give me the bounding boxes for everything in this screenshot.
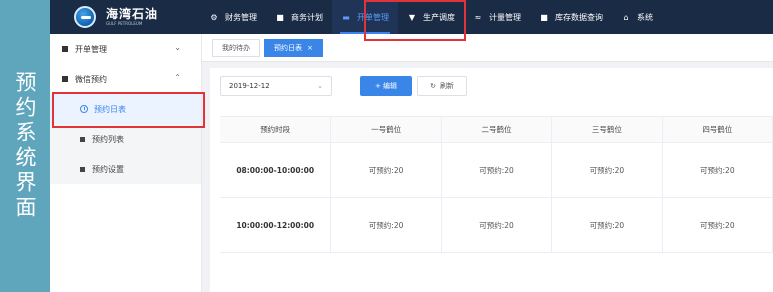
- nav-item-system[interactable]: ⌂ 系统: [612, 0, 662, 34]
- tab-todo[interactable]: 我的待办: [212, 38, 260, 57]
- screen: 预约系统界面 海湾石油 GULF PETROLEUM ⚙ 财务管理 ■ 商务计划…: [0, 0, 773, 292]
- tab-bar: 我的待办 预约日表 ×: [202, 34, 773, 62]
- tab-label: 预约日表: [274, 43, 302, 52]
- sidebar-group-wechat[interactable]: 微信预约 ⌃: [50, 64, 201, 94]
- sidebar-group-label: 开单管理: [75, 44, 107, 54]
- refresh-button[interactable]: ↻ 刷新: [417, 76, 467, 96]
- main-content: 我的待办 预约日表 × 2019-12-12 ⌄ + 编辑 ↻ 刷新 预约时段 …: [202, 34, 773, 292]
- edit-button[interactable]: + 编辑: [360, 76, 412, 96]
- toolbar: 2019-12-12 ⌄ + 编辑 ↻ 刷新: [220, 76, 467, 96]
- column-header: 四号鹤位: [663, 117, 773, 142]
- home-icon: ⌂: [623, 12, 629, 22]
- tab-daily[interactable]: 预约日表 ×: [264, 38, 323, 57]
- caption-strip: 预约系统界面: [0, 0, 50, 292]
- business-icon: ■: [276, 12, 284, 22]
- menu-icon: [80, 166, 85, 172]
- chevron-down-icon: ⌄: [317, 82, 323, 90]
- sidebar-item-label: 预约列表: [92, 134, 124, 144]
- content-panel: 2019-12-12 ⌄ + 编辑 ↻ 刷新 预约时段 一号鹤位 二号鹤位 三号…: [210, 68, 773, 292]
- sidebar-item-label: 预约设置: [92, 164, 124, 174]
- time-slot-cell: 08:00:00-10:00:00: [220, 143, 332, 197]
- availability-cell[interactable]: 可预约:20: [552, 143, 663, 197]
- tab-label: 我的待办: [222, 43, 250, 52]
- brand[interactable]: 海湾石油 GULF PETROLEUM: [50, 0, 200, 34]
- highlight-box-sidebar: [52, 92, 205, 128]
- column-header: 一号鹤位: [331, 117, 442, 142]
- time-slot-cell: 10:00:00-12:00:00: [220, 198, 332, 252]
- availability-cell[interactable]: 可预约:20: [663, 198, 773, 252]
- table-row: 08:00:00-10:00:00 可预约:20 可预约:20 可预约:20 可…: [220, 143, 773, 198]
- brand-name: 海湾石油: [106, 7, 159, 21]
- sidebar-item-list[interactable]: 预约列表: [50, 124, 201, 154]
- table-row: 10:00:00-12:00:00 可预约:20 可预约:20 可预约:20 可…: [220, 198, 773, 253]
- nav-item-label: 财务管理: [225, 12, 257, 22]
- availability-cell[interactable]: 可预约:20: [442, 143, 553, 197]
- column-header: 预约时段: [220, 117, 332, 142]
- nav-item-label: 计量管理: [489, 12, 521, 22]
- availability-cell[interactable]: 可预约:20: [552, 198, 663, 252]
- refresh-button-label: 刷新: [439, 82, 454, 90]
- brand-text: 海湾石油 GULF PETROLEUM: [106, 8, 158, 26]
- logo-icon: [74, 6, 96, 28]
- column-header: 二号鹤位: [442, 117, 553, 142]
- inventory-icon: ■: [540, 12, 548, 22]
- brand-subtitle: GULF PETROLEUM: [106, 21, 143, 26]
- finance-icon: ⚙: [210, 12, 218, 22]
- availability-cell[interactable]: 可预约:20: [331, 143, 442, 197]
- nav-item-business[interactable]: ■ 商务计划: [266, 0, 332, 34]
- menu-icon: [80, 136, 85, 142]
- nav-item-inventory[interactable]: ■ 库存数据查询: [530, 0, 612, 34]
- availability-cell[interactable]: 可预约:20: [663, 143, 773, 197]
- availability-cell[interactable]: 可预约:20: [442, 198, 553, 252]
- sidebar-item-settings[interactable]: 预约设置: [50, 154, 201, 184]
- nav-item-label: 商务计划: [291, 12, 323, 22]
- chevron-up-icon: ⌃: [174, 73, 181, 82]
- nav-item-finance[interactable]: ⚙ 财务管理: [200, 0, 266, 34]
- nav-item-label: 系统: [637, 12, 653, 22]
- edit-button-label: + 编辑: [374, 82, 398, 90]
- sidebar-group-orders[interactable]: 开单管理 ⌄: [50, 34, 201, 64]
- date-value: 2019-12-12: [229, 82, 270, 90]
- date-select[interactable]: 2019-12-12 ⌄: [220, 76, 332, 96]
- caption-text: 预约系统界面: [13, 71, 37, 221]
- order-icon: ▬: [342, 12, 350, 22]
- measure-icon: ≈: [474, 12, 482, 22]
- table-header: 预约时段 一号鹤位 二号鹤位 三号鹤位 四号鹤位: [220, 117, 773, 143]
- refresh-icon: ↻: [430, 82, 436, 90]
- nav-item-measure[interactable]: ≈ 计量管理: [464, 0, 530, 34]
- menu-icon: [62, 46, 68, 52]
- sidebar: 开单管理 ⌄ 微信预约 ⌃ 预约日表 预约列表 预约设置: [50, 34, 202, 292]
- availability-cell[interactable]: 可预约:20: [331, 198, 442, 252]
- menu-icon: [62, 76, 68, 82]
- column-header: 三号鹤位: [552, 117, 663, 142]
- sidebar-group-label: 微信预约: [75, 74, 107, 84]
- close-icon[interactable]: ×: [307, 44, 313, 52]
- schedule-table: 预约时段 一号鹤位 二号鹤位 三号鹤位 四号鹤位 08:00:00-10:00:…: [220, 116, 773, 253]
- chevron-down-icon: ⌄: [174, 43, 181, 52]
- highlight-box-nav: [364, 0, 466, 41]
- nav-item-label: 库存数据查询: [555, 12, 603, 22]
